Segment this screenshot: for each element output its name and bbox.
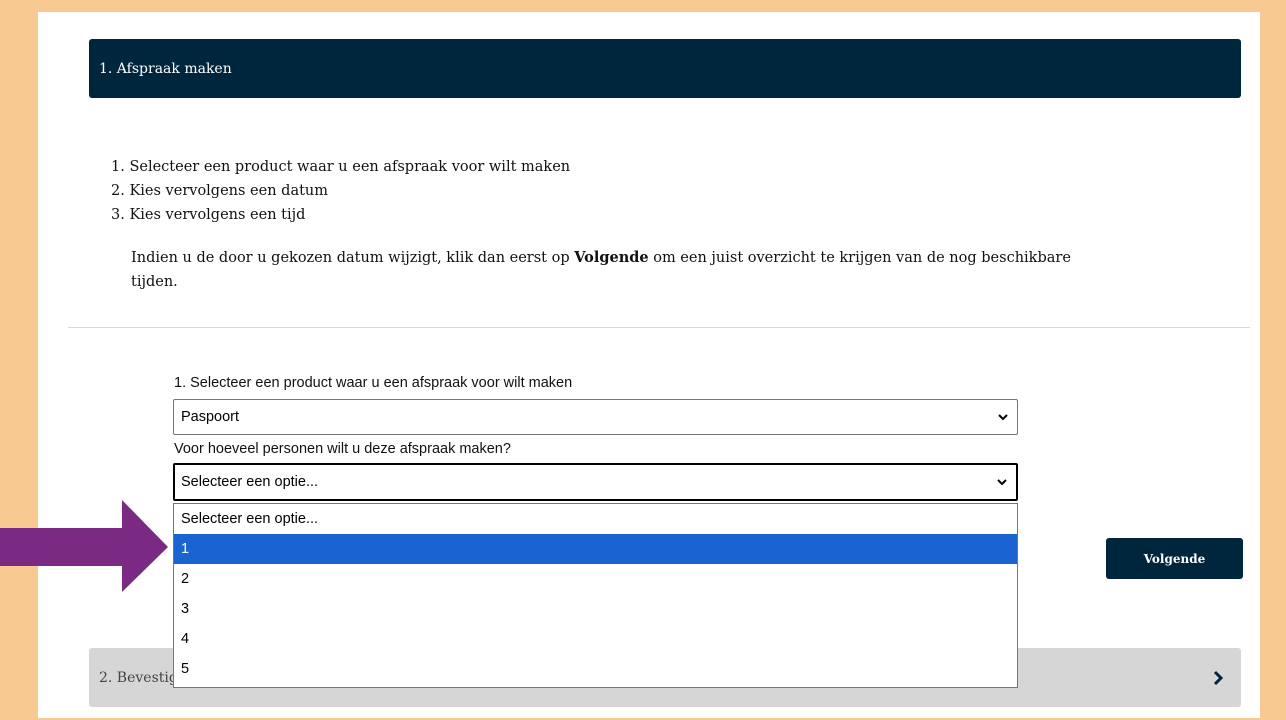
appointment-panel: 1. Afspraak maken 1. Selecteer een produ… bbox=[38, 12, 1260, 718]
product-label: 1. Selecteer een product waar u een afsp… bbox=[174, 375, 573, 391]
chevron-down-icon bbox=[997, 479, 1007, 486]
dropdown-option[interactable]: 3 bbox=[174, 594, 1017, 624]
next-button-label: Volgende bbox=[1143, 551, 1206, 566]
info-bold: Volgende bbox=[574, 249, 649, 266]
instruction-item: 1. Selecteer een product waar u een afsp… bbox=[111, 159, 571, 175]
product-select-value: Paspoort bbox=[181, 409, 240, 425]
chevron-down-icon bbox=[998, 414, 1008, 421]
persons-select[interactable]: Selecteer een optie... bbox=[173, 463, 1018, 501]
dropdown-option[interactable]: Selecteer een optie... bbox=[174, 504, 1017, 534]
step1-title: 1. Afspraak maken bbox=[99, 60, 232, 77]
next-button[interactable]: Volgende bbox=[1106, 538, 1243, 579]
persons-dropdown-list[interactable]: Selecteer een optie... 1 2 3 4 5 bbox=[173, 503, 1018, 688]
dropdown-option[interactable]: 5 bbox=[174, 654, 1017, 684]
divider bbox=[68, 327, 1250, 328]
chevron-right-icon bbox=[1213, 670, 1224, 685]
instruction-list: 1. Selecteer een product waar u een afsp… bbox=[111, 155, 570, 227]
persons-label: Voor hoeveel personen wilt u deze afspra… bbox=[174, 441, 511, 457]
instruction-item: 3. Kies vervolgens een tijd bbox=[111, 207, 306, 223]
step1-header[interactable]: 1. Afspraak maken bbox=[89, 39, 1241, 98]
product-select[interactable]: Paspoort bbox=[173, 399, 1018, 435]
info-prefix: Indien u de door u gekozen datum wijzigt… bbox=[131, 250, 575, 266]
arrow-right-icon bbox=[0, 500, 168, 592]
info-text: Indien u de door u gekozen datum wijzigt… bbox=[131, 246, 1091, 294]
dropdown-option[interactable]: 2 bbox=[174, 564, 1017, 594]
dropdown-option-selected[interactable]: 1 bbox=[174, 534, 1017, 564]
instruction-item: 2. Kies vervolgens een datum bbox=[111, 183, 329, 199]
persons-select-value: Selecteer een optie... bbox=[181, 474, 319, 490]
dropdown-option[interactable]: 4 bbox=[174, 624, 1017, 654]
